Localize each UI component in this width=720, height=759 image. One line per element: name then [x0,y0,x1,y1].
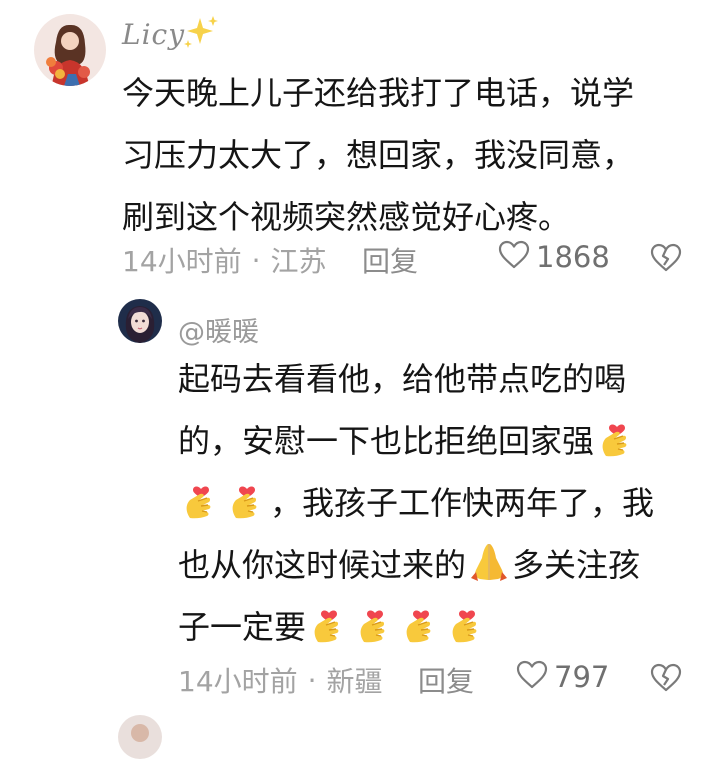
sparkle-icon [180,14,220,54]
comment-line-text: 的，安慰一下也比拒绝回家强 [178,422,595,460]
finger-heart-emoji [446,602,488,644]
heart-icon [498,240,530,274]
finger-heart-emoji [180,478,222,520]
finger-heart-emoji [400,602,442,644]
finger-heart-emoji [596,416,638,458]
username[interactable]: Licy [122,18,185,51]
comment-meta: 14小时前 · 江苏 [122,240,327,280]
comment-line: ，我孩子工作快两年了，我 [178,472,698,534]
timestamp: 14小时前 [178,665,298,698]
avatar[interactable] [118,299,162,343]
location: 江苏 [270,245,327,278]
folded-hands-emoji [468,540,510,582]
comment-line: 起码去看看他，给他带点吃的喝 [178,348,698,410]
separator: · [307,663,317,697]
comment-line: 也从你这时候过来的 多关注孩 [178,534,698,596]
heart-icon [516,660,548,694]
comment-line-text: 也从你这时候过来的 [178,546,467,584]
timestamp: 14小时前 [122,245,242,278]
broken-heart-icon[interactable] [650,243,682,277]
finger-heart-emoji [308,602,350,644]
avatar[interactable] [34,14,106,86]
broken-heart-icon[interactable] [650,663,682,697]
comment-line: 的，安慰一下也比拒绝回家强 [178,410,698,472]
like-button[interactable]: 1868 [498,240,610,274]
reply-button[interactable]: 回复 [362,240,418,280]
comment-meta: 14小时前 · 新疆 [178,660,383,700]
finger-heart-emoji [354,602,396,644]
comment-line-text: ，我孩子工作快两年了，我 [270,484,655,522]
like-count: 797 [554,660,610,694]
like-count: 1868 [536,240,610,274]
comment-line: 今天晚上儿子还给我打了电话，说学 [122,74,635,112]
finger-heart-emoji [226,478,268,520]
comment-text: 今天晚上儿子还给我打了电话，说学 习压力太大了，想回家，我没同意， 刷到这个视频… [122,62,702,248]
comment-line: 刷到这个视频突然感觉好心疼。 [122,198,571,236]
like-button[interactable]: 797 [516,660,609,694]
comment-line: 子一定要 [178,596,698,658]
username[interactable]: @暖暖 [178,310,259,349]
comment-line-text: 子一定要 [178,608,307,646]
separator: · [251,243,261,277]
location: 新疆 [326,665,383,698]
reply-button[interactable]: 回复 [418,660,474,700]
comment-text: 起码去看看他，给他带点吃的喝 的，安慰一下也比拒绝回家强 ，我孩子工作快两年了，… [178,348,698,658]
comment-line-text: 起码去看看他，给他带点吃的喝 [178,360,627,398]
avatar[interactable] [118,715,162,759]
comment-line: 习压力太大了，想回家，我没同意， [122,136,635,174]
comment-line-text: 多关注孩 [512,546,641,584]
